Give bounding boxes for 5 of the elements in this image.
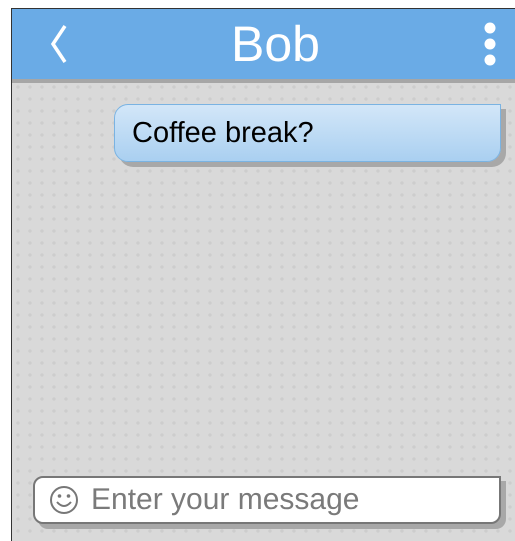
smiley-icon[interactable]	[49, 485, 79, 515]
back-icon[interactable]	[48, 24, 68, 64]
menu-icon[interactable]	[483, 22, 497, 66]
contact-name: Bob	[230, 15, 321, 74]
text-input[interactable]: Enter your message	[91, 483, 485, 517]
